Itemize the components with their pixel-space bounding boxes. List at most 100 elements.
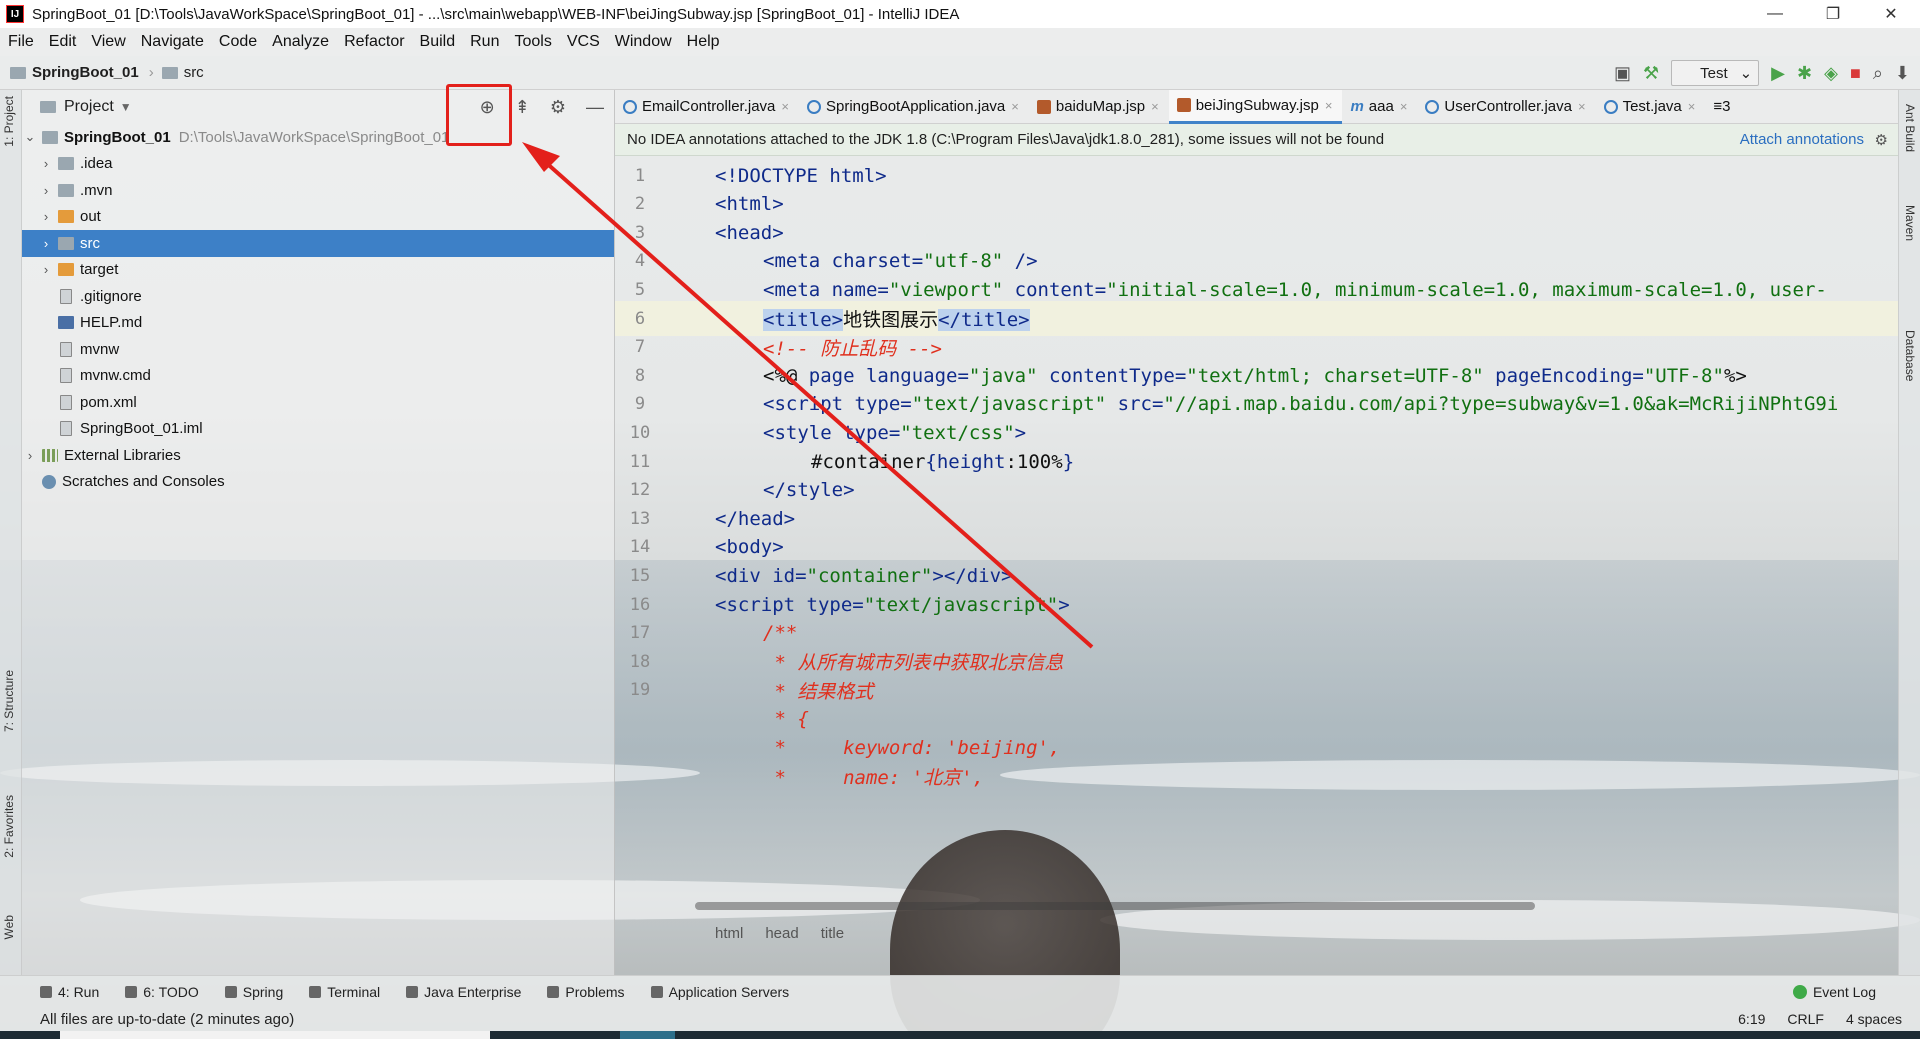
editor-breadcrumb-item[interactable]: head [765, 925, 798, 942]
tree-item[interactable]: SpringBoot_01.iml [22, 416, 614, 443]
menu-tools[interactable]: Tools [514, 33, 551, 51]
expand-arrow-icon[interactable]: › [38, 262, 54, 277]
editor-breadcrumb-item[interactable]: title [821, 925, 844, 942]
menu-run[interactable]: Run [470, 33, 499, 51]
tree-item[interactable]: .gitignore [22, 283, 614, 310]
menu-edit[interactable]: Edit [49, 33, 77, 51]
bottom-tab[interactable]: Application Servers [650, 984, 789, 1000]
tool-tab-ant-build[interactable]: Ant Build [1903, 104, 1917, 152]
close-tab-icon[interactable]: × [781, 99, 789, 114]
tree-scratches[interactable]: Scratches and Consoles [22, 469, 614, 496]
editor-tab[interactable]: m aaa × [1342, 90, 1417, 124]
close-tab-icon[interactable]: × [1688, 99, 1696, 114]
horizontal-scrollbar[interactable] [695, 902, 1535, 910]
menu-vcs[interactable]: VCS [567, 33, 600, 51]
tool-tab-project[interactable]: 1: Project [2, 96, 16, 147]
code-token: "//api.map.baidu.com/api?type=subway&v=1… [1163, 393, 1839, 416]
menu-view[interactable]: View [91, 33, 125, 51]
run-icon[interactable]: ▶ [1771, 63, 1785, 84]
tree-root[interactable]: ⌄ SpringBoot_01 D:\Tools\JavaWorkSpace\S… [22, 124, 614, 151]
cursor-position[interactable]: 6:19 [1738, 1011, 1765, 1027]
code-text: <div id="container"></div> [715, 565, 1012, 587]
update-icon[interactable]: ⬇ [1895, 63, 1910, 84]
debug-icon[interactable]: ✱ [1797, 63, 1812, 84]
tool-tab-database[interactable]: Database [1903, 330, 1917, 381]
minimize-button[interactable]: — [1746, 0, 1804, 28]
menu-analyze[interactable]: Analyze [272, 33, 329, 51]
tree-external-libraries[interactable]: › External Libraries [22, 442, 614, 469]
bottom-tab[interactable]: Terminal [309, 984, 380, 1000]
bottom-tab[interactable]: 6: TODO [125, 984, 199, 1000]
bottom-tab[interactable]: Spring [224, 984, 283, 1000]
bottom-tab[interactable]: 4: Run [40, 984, 99, 1000]
menu-file[interactable]: File [8, 33, 34, 51]
stop-icon[interactable]: ■ [1850, 63, 1861, 84]
editor-breadcrumb-item[interactable]: html [715, 925, 743, 942]
tree-item[interactable]: pom.xml [22, 389, 614, 416]
close-button[interactable]: ✕ [1862, 0, 1920, 28]
code-token: page language= [808, 364, 969, 387]
code-line[interactable]: * name: '北京', [615, 759, 1898, 794]
tool-tab-structure[interactable]: 7: Structure [2, 670, 16, 732]
gear-icon[interactable]: ⚙ [1875, 131, 1888, 149]
close-tab-icon[interactable]: × [1151, 99, 1159, 114]
line-separator[interactable]: CRLF [1787, 1011, 1824, 1027]
breadcrumb-project[interactable]: SpringBoot_01 [10, 64, 139, 81]
menu-window[interactable]: Window [615, 33, 672, 51]
close-tab-icon[interactable]: × [1325, 98, 1333, 113]
tool-tab-maven[interactable]: Maven [1903, 205, 1917, 241]
editor-tab[interactable]: SpringBootApplication.java × [799, 90, 1029, 124]
expand-arrow-icon[interactable]: › [38, 156, 54, 171]
attach-annotations-link[interactable]: Attach annotations [1740, 131, 1864, 148]
menu-navigate[interactable]: Navigate [141, 33, 204, 51]
tree-item[interactable]: › target [22, 257, 614, 284]
gear-icon[interactable]: ⚙ [550, 97, 566, 118]
code-editor[interactable]: html head title 1 <!DOCTYPE html> 2 <html> 3 <h… [615, 156, 1898, 946]
close-tab-icon[interactable]: × [1011, 99, 1019, 114]
editor-tab[interactable]: Test.java × [1596, 90, 1706, 124]
menu-build[interactable]: Build [420, 33, 456, 51]
menu-code[interactable]: Code [219, 33, 257, 51]
project-view-title[interactable]: Project [64, 98, 114, 116]
tree-item[interactable]: mvnw.cmd [22, 363, 614, 390]
status-message: All files are up-to-date (2 minutes ago) [40, 1010, 295, 1028]
collapse-all-icon[interactable]: ⇞ [515, 97, 530, 118]
tree-item[interactable]: mvnw [22, 336, 614, 363]
expand-arrow-icon[interactable]: › [38, 209, 54, 224]
expand-arrow-icon[interactable]: › [38, 236, 54, 251]
tree-item[interactable]: › out [22, 204, 614, 231]
breadcrumb-src[interactable]: src [161, 64, 204, 81]
project-structure-icon[interactable]: ▣ [1614, 63, 1631, 84]
tool-tab-web[interactable]: Web [2, 915, 16, 939]
editor-tab[interactable]: beiJingSubway.jsp × [1168, 89, 1343, 124]
editor-tab[interactable]: UserController.java × [1417, 90, 1595, 124]
coverage-icon[interactable]: ◈ [1824, 63, 1838, 84]
close-tab-icon[interactable]: × [1578, 99, 1586, 114]
expand-arrow-icon[interactable]: › [22, 448, 38, 463]
tree-item[interactable]: › src [22, 230, 614, 257]
tree-item[interactable]: › .idea [22, 151, 614, 178]
restore-button[interactable]: ❐ [1804, 0, 1862, 28]
expand-arrow-icon[interactable]: ⌄ [22, 129, 38, 145]
run-configuration-select[interactable]: Test ⌄ [1671, 60, 1760, 86]
event-log-button[interactable]: Event Log [1792, 976, 1876, 1008]
close-tab-icon[interactable]: × [1400, 99, 1408, 114]
indent-setting[interactable]: 4 spaces [1846, 1011, 1902, 1027]
code-token: src= [1106, 393, 1164, 416]
editor-tab[interactable]: EmailController.java × [615, 90, 799, 124]
bottom-tab[interactable]: Java Enterprise [406, 984, 521, 1000]
search-icon[interactable]: ⌕ [1873, 63, 1883, 84]
tree-item[interactable]: › .mvn [22, 177, 614, 204]
editor-tab[interactable]: baiduMap.jsp × [1029, 90, 1169, 124]
build-hammer-icon[interactable]: ⚒ [1643, 63, 1659, 84]
tool-tab-favorites[interactable]: 2: Favorites [2, 795, 16, 858]
bottom-tab[interactable]: Problems [547, 984, 625, 1000]
menu-refactor[interactable]: Refactor [344, 33, 404, 51]
module-folder-icon [42, 130, 58, 144]
expand-arrow-icon[interactable]: › [38, 183, 54, 198]
tabs-overflow-button[interactable]: ≡3 [1705, 90, 1740, 124]
chevron-down-icon[interactable]: ▼ [120, 100, 132, 114]
menu-help[interactable]: Help [687, 33, 720, 51]
hide-panel-icon[interactable]: — [586, 97, 604, 118]
tree-item[interactable]: HELP.md [22, 310, 614, 337]
